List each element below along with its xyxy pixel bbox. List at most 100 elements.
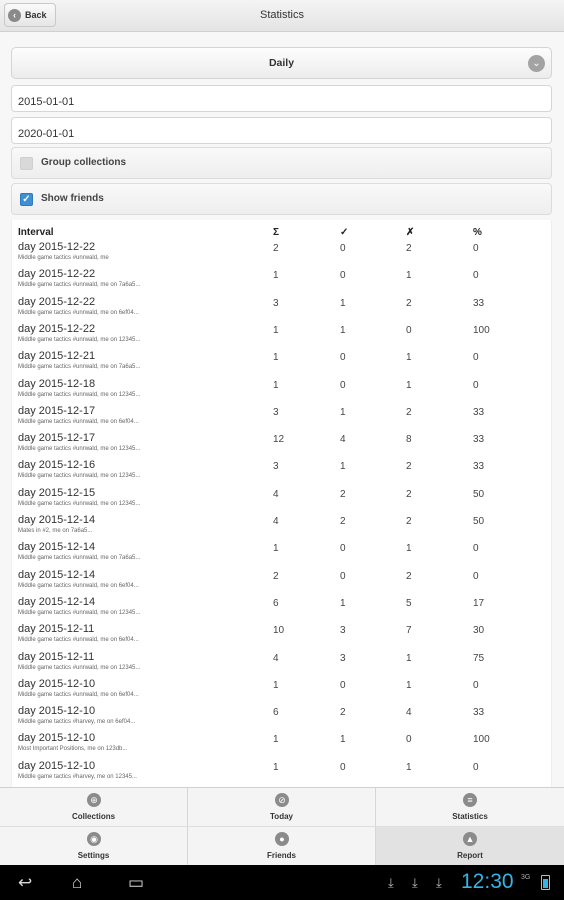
wrong-cell: 4 — [406, 707, 412, 719]
percent-cell: 0 — [473, 352, 479, 364]
start-date-field[interactable] — [11, 85, 552, 112]
tab-friends[interactable]: ● Friends — [188, 827, 376, 866]
recent-apps-icon[interactable]: ▭ — [128, 873, 144, 893]
table-row[interactable]: day 2015-12-10 Middle game tactics #harve… — [12, 760, 553, 787]
percent-cell: 33 — [473, 707, 485, 719]
table-row[interactable]: day 2015-12-16 Middle game tactics #unrwa… — [12, 459, 553, 486]
table-row[interactable]: day 2015-12-11 Middle game tactics #unrwa… — [12, 623, 553, 650]
back-nav-icon[interactable]: ↩ — [18, 873, 32, 893]
wrong-cell: 0 — [406, 734, 412, 746]
show-friends-checkbox[interactable]: ✓ — [20, 193, 33, 206]
list-icon: ≡ — [463, 793, 477, 807]
percent-cell: 17 — [473, 597, 485, 609]
description-cell: Middle game tactics #unrwald, me on 1234… — [18, 473, 141, 480]
table-row[interactable]: day 2015-12-18 Middle game tactics #unrwa… — [12, 378, 553, 405]
correct-cell: 4 — [340, 434, 346, 446]
table-row[interactable]: day 2015-12-14 Mates in #2, me on 7a6a5..… — [12, 514, 553, 541]
percent-cell: 33 — [473, 297, 485, 309]
total-cell: 12 — [273, 434, 285, 446]
table-row[interactable]: day 2015-12-14 Middle game tactics #unrwa… — [12, 541, 553, 568]
page-title: Statistics — [259, 9, 304, 21]
table-row[interactable]: day 2015-12-14 Middle game tactics #unrwa… — [12, 596, 553, 623]
tab-collections[interactable]: ⊕ Collections — [0, 788, 188, 827]
table-row[interactable]: day 2015-12-22 Middle game tactics #unrwa… — [12, 323, 553, 350]
header-correct[interactable]: ✓ — [340, 227, 348, 238]
header-percent[interactable]: % — [473, 227, 482, 238]
clock: 12:30 — [461, 870, 514, 893]
description-cell: Middle game tactics #unrwald, me on 6ef0… — [18, 691, 139, 698]
interval-cell: day 2015-12-11 — [18, 650, 95, 663]
header-total[interactable]: Σ — [273, 227, 279, 238]
total-cell: 1 — [273, 761, 279, 773]
signal-indicator: 3G — [521, 874, 531, 881]
total-cell: 1 — [273, 324, 279, 336]
table-row[interactable]: day 2015-12-22 Middle game tactics #unrwa… — [12, 296, 553, 323]
percent-cell: 33 — [473, 406, 485, 418]
table-row[interactable]: day 2015-12-14 Middle game tactics #unrwa… — [12, 569, 553, 596]
interval-cell: day 2015-12-14 — [18, 514, 96, 526]
correct-cell: 1 — [340, 734, 346, 746]
person-icon: ● — [275, 832, 289, 846]
percent-cell: 0 — [473, 379, 479, 391]
table-row[interactable]: day 2015-12-10 Middle game tactics #harve… — [12, 705, 553, 732]
table-row[interactable]: day 2015-12-10 Most Important Positions, … — [12, 732, 553, 759]
description-cell: Middle game tactics #harvey, me on 6ef04… — [18, 719, 136, 726]
interval-cell: day 2015-12-18 — [18, 377, 96, 390]
wrong-cell: 1 — [406, 352, 412, 364]
table-row[interactable]: day 2015-12-11 Middle game tactics #unrwa… — [12, 651, 553, 678]
table-row[interactable]: day 2015-12-10 Middle game tactics #unrwa… — [12, 678, 553, 705]
chevron-down-icon: ⌄ — [528, 55, 545, 72]
home-nav-icon[interactable]: ⌂ — [72, 873, 82, 893]
tab-statistics[interactable]: ≡ Statistics — [376, 788, 564, 827]
tab-label: Friends — [267, 851, 296, 860]
correct-cell: 1 — [340, 597, 346, 609]
percent-cell: 50 — [473, 516, 485, 527]
percent-cell: 100 — [473, 734, 490, 746]
correct-cell: 0 — [340, 761, 346, 773]
header-interval[interactable]: Interval — [18, 227, 54, 238]
group-collections-label: Group collections — [41, 157, 127, 168]
tab-label: Today — [270, 812, 293, 821]
group-collections-row[interactable]: Group collections — [11, 147, 552, 179]
interval-cell: day 2015-12-22 — [18, 241, 96, 253]
wrong-cell: 2 — [406, 570, 412, 582]
wrong-cell: 1 — [406, 270, 412, 282]
correct-cell: 0 — [340, 270, 346, 282]
end-date-field[interactable] — [11, 117, 552, 144]
interval-cell: day 2015-12-14 — [18, 541, 96, 554]
percent-cell: 100 — [473, 324, 490, 336]
table-row[interactable]: day 2015-12-15 Middle game tactics #unrwa… — [12, 487, 553, 514]
interval-cell: day 2015-12-22 — [18, 268, 96, 281]
correct-cell: 3 — [340, 625, 346, 637]
table-row[interactable]: day 2015-12-17 Middle game tactics #unrwa… — [12, 432, 553, 459]
main-content: Daily ⌄ Group collections ✓ Show friends… — [0, 32, 564, 787]
tab-today[interactable]: ⊘ Today — [188, 788, 376, 827]
group-collections-checkbox[interactable] — [20, 157, 33, 170]
total-cell: 1 — [273, 679, 279, 691]
wrong-cell: 1 — [406, 679, 412, 691]
download-icon: ⤓ — [388, 875, 394, 890]
header-wrong[interactable]: ✗ — [406, 227, 414, 238]
system-navigation-bar: ↩ ⌂ ▭ ⤓ ⤓ ⤓ 12:30 3G — [0, 865, 564, 900]
correct-cell: 0 — [340, 543, 346, 555]
percent-cell: 0 — [473, 543, 479, 555]
correct-cell: 0 — [340, 243, 346, 254]
table-row[interactable]: day 2015-12-21 Middle game tactics #unrwa… — [12, 350, 553, 377]
percent-cell: 33 — [473, 434, 485, 446]
description-cell: Most Important Positions, me on 123db... — [18, 746, 128, 753]
settings-icon: ◉ — [87, 832, 101, 846]
total-cell: 1 — [273, 352, 279, 364]
total-cell: 6 — [273, 597, 279, 609]
table-row[interactable]: day 2015-12-22 Middle game tactics #unrwa… — [12, 268, 553, 295]
description-cell: Middle game tactics #unrwald, me on 7a6a… — [18, 282, 141, 289]
period-select[interactable]: Daily ⌄ — [11, 47, 552, 79]
table-row[interactable]: day 2015-12-17 Middle game tactics #unrwa… — [12, 405, 553, 432]
interval-cell: day 2015-12-11 — [18, 623, 95, 636]
tab-report[interactable]: ▲ Report — [376, 827, 564, 866]
correct-cell: 0 — [340, 379, 346, 391]
tab-settings[interactable]: ◉ Settings — [0, 827, 188, 866]
description-cell: Middle game tactics #unrwald, me on 6ef0… — [18, 418, 139, 425]
table-row[interactable]: day 2015-12-22 Middle game tactics #unrwa… — [12, 241, 553, 268]
show-friends-row[interactable]: ✓ Show friends — [11, 183, 552, 215]
wrong-cell: 1 — [406, 379, 412, 391]
